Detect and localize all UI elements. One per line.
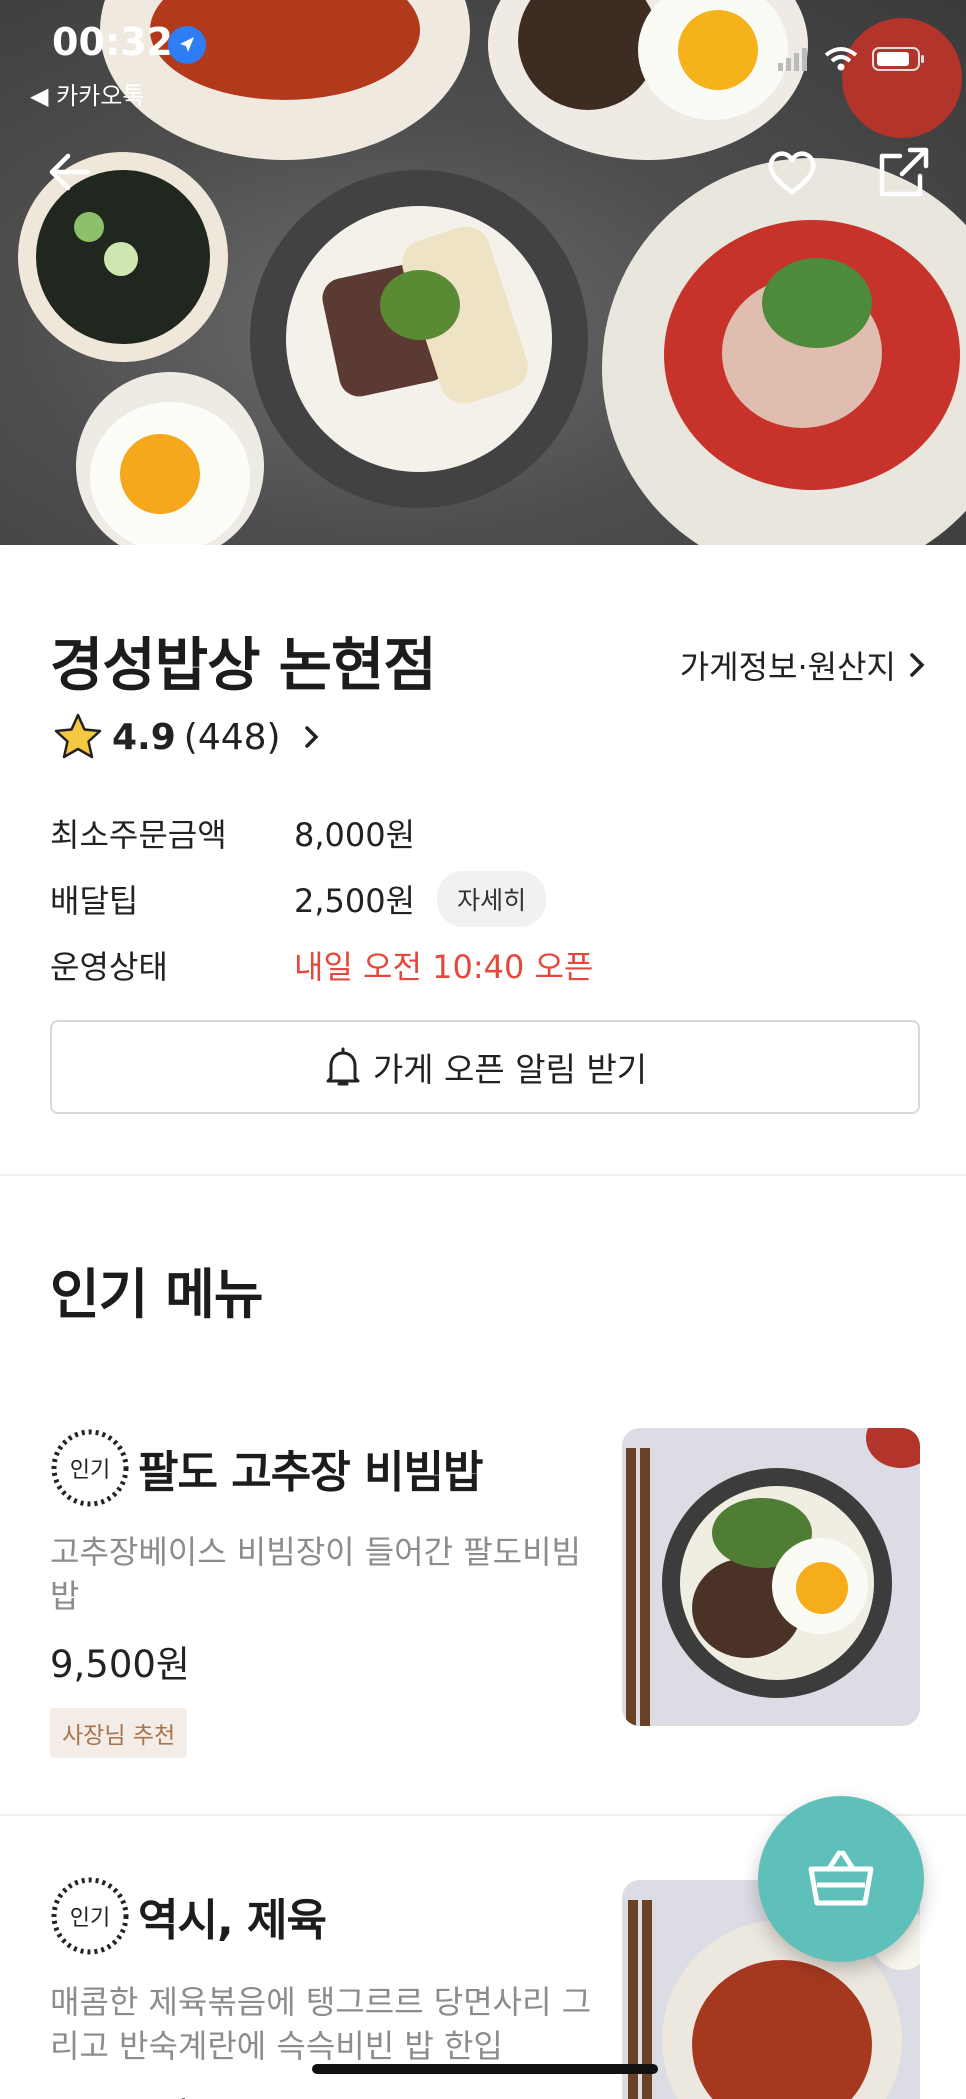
operating-status-label: 운영상태 bbox=[50, 948, 168, 986]
menu-name: 역시, 제육 bbox=[138, 1895, 327, 1946]
rating-score: 4.9 bbox=[112, 716, 176, 758]
popular-badge: 인기 bbox=[50, 1428, 130, 1508]
menu-image-bibimbap bbox=[622, 1428, 920, 1726]
min-order-value: 8,000원 bbox=[294, 816, 416, 854]
bowl-suyuk-rice bbox=[250, 170, 588, 508]
rating-summary[interactable]: 4.9 (448) bbox=[52, 712, 325, 762]
delivery-tip-detail-button[interactable]: 자세히 bbox=[437, 871, 547, 927]
menu-description: 고추장베이스 비빔장이 들어간 팔도비빔밥 bbox=[50, 1533, 581, 1615]
min-order-label: 최소주문금액 bbox=[50, 816, 227, 854]
location-arrow-icon bbox=[168, 26, 206, 64]
delivery-tip-label: 배달팁 bbox=[50, 882, 139, 920]
battery-icon bbox=[872, 47, 924, 71]
star-icon bbox=[54, 713, 102, 759]
favorite-button[interactable] bbox=[762, 142, 822, 202]
share-icon bbox=[879, 147, 929, 197]
status-time: 00:32 bbox=[52, 20, 173, 64]
signal-icon bbox=[778, 48, 807, 71]
plate-kimchi bbox=[842, 18, 962, 138]
wifi-icon bbox=[824, 47, 858, 71]
review-count: (448) bbox=[183, 716, 281, 758]
popular-badge: 인기 bbox=[50, 1876, 130, 1956]
menu-item-head: 인기 팔도 고추장 비빔밥 bbox=[50, 1428, 483, 1508]
operating-status-row: 운영상태 내일 오전 10:40 오픈 bbox=[50, 932, 920, 998]
plate-beef-rice bbox=[488, 0, 808, 160]
menu-name: 팔도 고추장 비빔밥 bbox=[138, 1447, 483, 1498]
back-button[interactable] bbox=[40, 142, 100, 202]
menu-price: 9,500원 bbox=[50, 1643, 190, 1686]
status-indicators bbox=[776, 46, 926, 72]
share-button[interactable] bbox=[874, 142, 934, 202]
delivery-tip-value: 2,500원 bbox=[294, 882, 416, 920]
store-info-label: 가게정보·원산지 bbox=[679, 648, 896, 686]
delivery-tip-row: 배달팁 2,500원 자세히 bbox=[50, 866, 920, 932]
open-alert-label: 가게 오픈 알림 받기 bbox=[372, 1050, 648, 1089]
basket-icon bbox=[808, 1850, 874, 1906]
owner-recommend-tag: 사장님 추천 bbox=[50, 1708, 188, 1758]
menu-item[interactable]: 인기 팔도 고추장 비빔밥 고추장베이스 비빔장이 들어간 팔도비빔밥 9,50… bbox=[0, 1424, 966, 1816]
menu-price: 9,500원 bbox=[50, 2086, 190, 2099]
arrow-left-icon bbox=[49, 153, 91, 191]
store-info-origin-link[interactable]: 가게정보·원산지 bbox=[680, 642, 928, 688]
popular-badge-label: 인기 bbox=[69, 1458, 111, 1483]
open-alert-button[interactable]: 가게 오픈 알림 받기 bbox=[50, 1020, 920, 1114]
chevron-right-icon bbox=[910, 653, 925, 677]
hero-food-image: 00:32 ◀ 카카오톡 bbox=[0, 0, 966, 545]
chevron-right-icon bbox=[304, 726, 319, 748]
home-indicator[interactable] bbox=[312, 2064, 658, 2074]
min-order-row: 최소주문금액 8,000원 bbox=[50, 800, 920, 866]
section-divider bbox=[0, 1174, 966, 1176]
cart-button[interactable] bbox=[758, 1796, 924, 1962]
popular-menu-title: 인기 메뉴 bbox=[50, 1263, 264, 1326]
bowl-egg-rice bbox=[76, 372, 264, 545]
store-info-rows: 최소주문금액 8,000원 배달팁 2,500원 자세히 운영상태 내일 오전 … bbox=[50, 800, 920, 998]
menu-description: 매콤한 제육볶음에 탱그르르 당면사리 그리고 반숙계란에 슥슥비빈 밥 한입 bbox=[50, 1983, 592, 2065]
bell-icon bbox=[326, 1047, 360, 1086]
back-to-app-link[interactable]: ◀ 카카오톡 bbox=[30, 76, 144, 111]
store-name: 경성밥상 논현점 bbox=[50, 631, 437, 699]
bowl-jjamppong bbox=[602, 158, 966, 545]
heart-icon bbox=[768, 151, 816, 195]
menu-item-head: 인기 역시, 제육 bbox=[50, 1876, 327, 1956]
popular-badge-label: 인기 bbox=[69, 1906, 111, 1931]
operating-status-value: 내일 오전 10:40 오픈 bbox=[294, 948, 594, 986]
